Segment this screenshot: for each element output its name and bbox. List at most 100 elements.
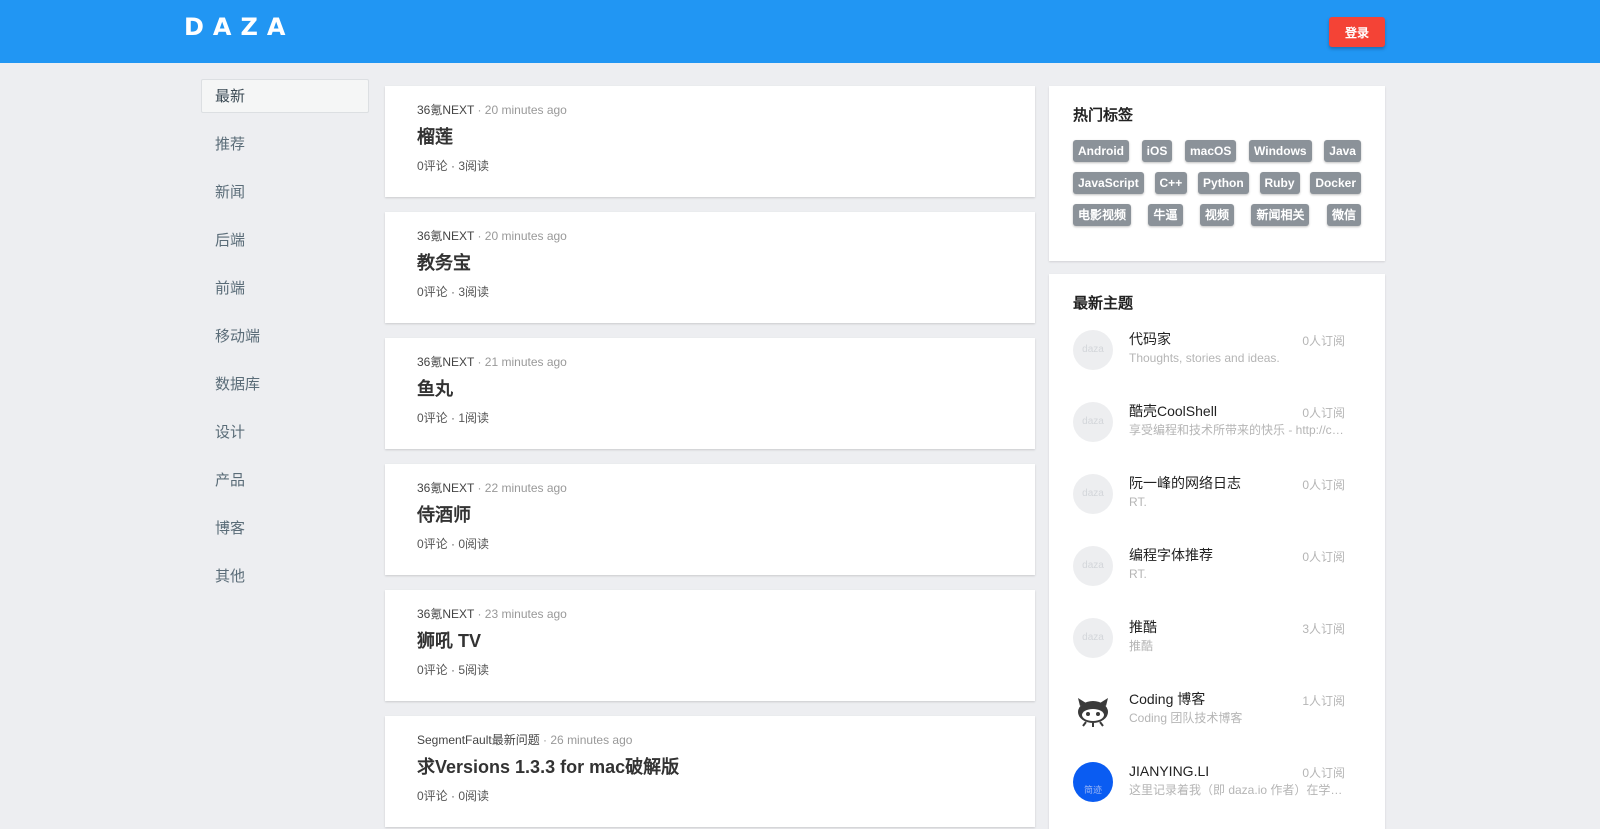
tag-android[interactable]: Android: [1073, 140, 1129, 162]
hot-tags-title: 热门标签: [1073, 107, 1134, 124]
sidebar-item-latest[interactable]: 最新: [201, 79, 369, 113]
post-meta: 36氪NEXT · 23 minutes ago: [417, 606, 1003, 622]
sidebar-item-mobile[interactable]: 移动端: [201, 319, 369, 353]
tag-row: JavaScript C++ Python Ruby Docker: [1073, 172, 1361, 194]
tag-row: 电影视频 牛逼 视频 新闻相关 微信: [1073, 204, 1361, 226]
post-stats: 0评论 · 1阅读: [417, 411, 490, 425]
post-title[interactable]: 侍酒师: [417, 502, 1003, 528]
post-time: · 26 minutes ago: [539, 733, 633, 747]
topic-item[interactable]: daza 代码家 Thoughts, stories and ideas. 0人…: [1073, 330, 1361, 370]
post-card[interactable]: 36氪NEXT · 23 minutes ago 狮吼 TV 0评论 · 5阅读: [385, 590, 1035, 701]
topic-item[interactable]: 简迹 JIANYING.LI 这里记录着我（即 daza.io 作者）在学习过程…: [1073, 762, 1361, 802]
sidebar-item-design[interactable]: 设计: [201, 415, 369, 449]
tag-ios[interactable]: iOS: [1141, 140, 1173, 162]
topic-subscribers: 0人订阅: [1302, 478, 1345, 492]
post-meta: 36氪NEXT · 20 minutes ago: [417, 102, 1003, 118]
tag-wechat[interactable]: 微信: [1326, 204, 1361, 226]
tag-java[interactable]: Java: [1324, 140, 1361, 162]
topic-subscribers: 0人订阅: [1302, 334, 1345, 348]
sidebar-item-product[interactable]: 产品: [201, 463, 369, 497]
topic-desc: 推酷: [1129, 639, 1154, 653]
topic-subscribers: 0人订阅: [1302, 766, 1345, 780]
post-title[interactable]: 榴莲: [417, 124, 1003, 150]
tag-javascript[interactable]: JavaScript: [1073, 172, 1144, 194]
site-logo[interactable]: DAZA: [184, 13, 294, 41]
sidebar-item-backend[interactable]: 后端: [201, 223, 369, 257]
post-title[interactable]: 狮吼 TV: [417, 628, 1003, 654]
topic-desc: RT.: [1129, 495, 1147, 509]
topic-avatar[interactable]: daza: [1073, 474, 1113, 514]
post-time: · 21 minutes ago: [474, 355, 567, 369]
sidebar-item-database[interactable]: 数据库: [201, 367, 369, 401]
post-source[interactable]: 36氪NEXT: [417, 103, 474, 117]
topic-item[interactable]: daza 推酷 推酷 3人订阅: [1073, 618, 1361, 658]
tag-news[interactable]: 新闻相关: [1251, 204, 1310, 226]
post-card[interactable]: 36氪NEXT · 21 minutes ago 鱼丸 0评论 · 1阅读: [385, 338, 1035, 449]
post-stats: 0评论 · 5阅读: [417, 663, 490, 677]
post-title[interactable]: 教务宝: [417, 250, 1003, 276]
topic-desc: RT.: [1129, 567, 1147, 581]
topic-avatar[interactable]: daza: [1073, 546, 1113, 586]
sidebar-item-other[interactable]: 其他: [201, 559, 369, 593]
post-stats: 0评论 · 3阅读: [417, 285, 490, 299]
topic-subscribers: 3人订阅: [1302, 622, 1345, 636]
tag-movies[interactable]: 电影视频: [1073, 204, 1132, 226]
post-source[interactable]: SegmentFault最新问题: [417, 733, 540, 747]
tag-awesome[interactable]: 牛逼: [1148, 204, 1183, 226]
post-source[interactable]: 36氪NEXT: [417, 355, 474, 369]
topic-avatar[interactable]: 简迹: [1073, 762, 1113, 802]
tag-cloud: Android iOS macOS Windows Java JavaScrip…: [1073, 140, 1361, 226]
topic-item[interactable]: daza 编程字体推荐 RT. 0人订阅: [1073, 546, 1361, 586]
post-card[interactable]: 36氪NEXT · 22 minutes ago 侍酒师 0评论 · 0阅读: [385, 464, 1035, 575]
post-title[interactable]: 求Versions 1.3.3 for mac破解版: [417, 754, 1003, 780]
post-card[interactable]: 36氪NEXT · 20 minutes ago 榴莲 0评论 · 3阅读: [385, 86, 1035, 197]
post-card[interactable]: SegmentFault最新问题 · 26 minutes ago 求Versi…: [385, 716, 1035, 827]
tag-windows[interactable]: Windows: [1249, 140, 1312, 162]
topic-avatar[interactable]: daza: [1073, 330, 1113, 370]
post-stats: 0评论 · 0阅读: [417, 537, 490, 551]
post-meta: 36氪NEXT · 22 minutes ago: [417, 480, 1003, 496]
recent-topics-title: 最新主题: [1073, 295, 1134, 312]
topic-list: daza 代码家 Thoughts, stories and ideas. 0人…: [1073, 330, 1361, 802]
tag-row: Android iOS macOS Windows Java: [1073, 140, 1361, 162]
topic-avatar[interactable]: daza: [1073, 618, 1113, 658]
post-stats: 0评论 · 0阅读: [417, 789, 490, 803]
post-source[interactable]: 36氪NEXT: [417, 481, 474, 495]
hot-tags-panel: 热门标签 Android iOS macOS Windows Java Java…: [1049, 86, 1385, 261]
tag-cpp[interactable]: C++: [1154, 172, 1188, 194]
topic-avatar[interactable]: daza: [1073, 402, 1113, 442]
post-source[interactable]: 36氪NEXT: [417, 607, 474, 621]
post-title[interactable]: 鱼丸: [417, 376, 1003, 402]
login-button[interactable]: 登录: [1329, 17, 1385, 47]
tag-macos[interactable]: macOS: [1185, 140, 1237, 162]
post-stats: 0评论 · 3阅读: [417, 159, 490, 173]
sidebar-item-recommended[interactable]: 推荐: [201, 127, 369, 161]
topic-subscribers: 1人订阅: [1302, 694, 1345, 708]
topic-item[interactable]: daza 酷壳CoolShell 享受编程和技术所带来的快乐 - http://…: [1073, 402, 1361, 442]
topic-item[interactable]: daza 阮一峰的网络日志 RT. 0人订阅: [1073, 474, 1361, 514]
sidebar-item-news[interactable]: 新闻: [201, 175, 369, 209]
post-time: · 22 minutes ago: [474, 481, 567, 495]
recent-topics-panel: 最新主题 daza 代码家 Thoughts, stories and idea…: [1049, 274, 1385, 829]
post-time: · 23 minutes ago: [474, 607, 567, 621]
post-source[interactable]: 36氪NEXT: [417, 229, 474, 243]
tag-docker[interactable]: Docker: [1310, 172, 1361, 194]
topic-desc: 这里记录着我（即 daza.io 作者）在学习过程中的点滴: [1129, 783, 1349, 797]
sidebar-item-blog[interactable]: 博客: [201, 511, 369, 545]
topic-subscribers: 0人订阅: [1302, 550, 1345, 564]
post-feed: 36氪NEXT · 20 minutes ago 榴莲 0评论 · 3阅读 36…: [385, 86, 1035, 829]
tag-python[interactable]: Python: [1198, 172, 1249, 194]
topic-subscribers: 0人订阅: [1302, 406, 1345, 420]
post-card[interactable]: 36氪NEXT · 20 minutes ago 教务宝 0评论 · 3阅读: [385, 212, 1035, 323]
tag-video[interactable]: 视频: [1199, 204, 1234, 226]
top-navbar: DAZA 登录: [0, 0, 1600, 63]
tag-ruby[interactable]: Ruby: [1259, 172, 1300, 194]
topic-desc: Coding 团队技术博客: [1129, 711, 1243, 725]
topic-desc: 享受编程和技术所带来的快乐 - http://coolshell.cn: [1129, 423, 1349, 437]
post-meta: 36氪NEXT · 21 minutes ago: [417, 354, 1003, 370]
post-meta: SegmentFault最新问题 · 26 minutes ago: [417, 732, 1003, 748]
topic-item[interactable]: Coding 博客 Coding 团队技术博客 1人订阅: [1073, 690, 1361, 730]
sidebar-item-frontend[interactable]: 前端: [201, 271, 369, 305]
category-sidebar: 最新 推荐 新闻 后端 前端 移动端 数据库 设计 产品 博客 其他: [201, 79, 369, 607]
octocat-icon[interactable]: [1073, 690, 1113, 730]
